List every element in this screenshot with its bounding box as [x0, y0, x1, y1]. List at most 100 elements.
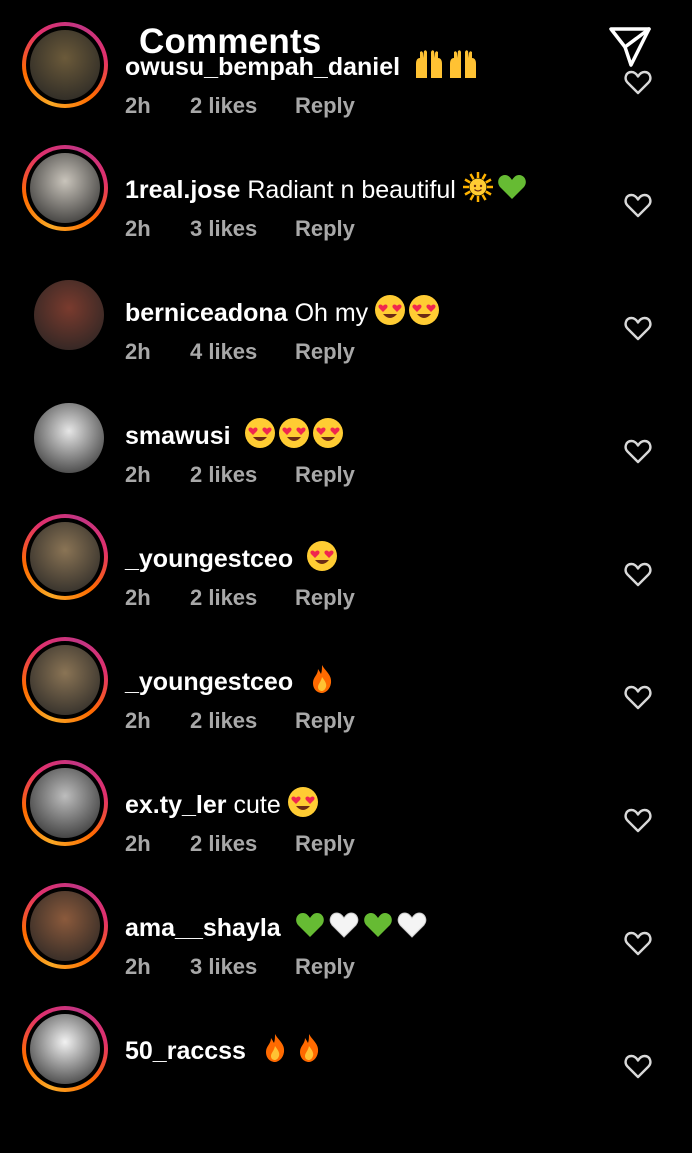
reply-button[interactable]: Reply	[295, 708, 355, 734]
like-comment-button[interactable]	[624, 684, 652, 710]
fire-emoji-icon	[306, 663, 338, 702]
green-heart-emoji-icon	[294, 909, 326, 948]
comment-likes[interactable]: 2 likes	[190, 585, 257, 611]
comment-emojis	[374, 294, 440, 333]
comment-time: 2h	[125, 462, 151, 487]
heart-eyes-emoji-icon	[312, 417, 344, 456]
comment-line: ex.ty_ler cute	[125, 786, 319, 825]
avatar[interactable]	[22, 22, 108, 108]
heart-outline-icon	[624, 808, 652, 833]
comment-username[interactable]: _youngestceo	[125, 545, 293, 574]
comment-likes[interactable]: 4 likes	[190, 339, 257, 365]
white-heart-emoji-icon	[328, 909, 360, 948]
comment-time: 2h	[125, 831, 151, 856]
comment-time: 2h	[125, 216, 151, 241]
comment-line: smawusi	[125, 417, 344, 456]
heart-eyes-emoji-icon	[306, 540, 338, 579]
comment-row: _youngestceo 2h 2 likes Reply	[0, 514, 692, 637]
reply-button[interactable]: Reply	[295, 462, 355, 488]
comment-time: 2h	[125, 708, 151, 733]
avatar[interactable]	[22, 391, 108, 477]
comment-time: 2h	[125, 339, 151, 364]
heart-outline-icon	[624, 562, 652, 587]
like-comment-button[interactable]	[624, 438, 652, 464]
comment-text: Oh my	[294, 299, 369, 327]
like-comment-button[interactable]	[624, 69, 652, 95]
avatar[interactable]	[22, 883, 108, 969]
comment-emojis	[294, 909, 428, 948]
comment-row: ex.ty_ler cute 2h 2 likes Reply	[0, 760, 692, 883]
reply-button[interactable]: Reply	[295, 339, 355, 365]
comment-likes[interactable]: 2 likes	[190, 831, 257, 857]
comment-username[interactable]: ex.ty_ler	[125, 791, 226, 820]
comment-likes[interactable]: 2 likes	[190, 708, 257, 734]
comment-time: 2h	[125, 93, 151, 118]
raised-hands-emoji-icon	[413, 48, 445, 87]
comment-username[interactable]: 1real.jose	[125, 176, 240, 205]
comment-username[interactable]: smawusi	[125, 422, 231, 451]
comment-line: _youngestceo	[125, 540, 338, 579]
fire-emoji-icon	[293, 1032, 325, 1071]
reply-button[interactable]: Reply	[295, 216, 355, 242]
white-heart-emoji-icon	[396, 909, 428, 948]
avatar[interactable]	[22, 1006, 108, 1092]
comment-likes[interactable]: 3 likes	[190, 954, 257, 980]
heart-eyes-emoji-icon	[374, 294, 406, 333]
like-comment-button[interactable]	[624, 807, 652, 833]
comment-row: owusu_bempah_daniel 2h 2 likes Reply	[0, 22, 692, 145]
comment-emojis	[306, 540, 338, 579]
comment-row: ama__shayla 2h 3 likes Reply	[0, 883, 692, 1006]
heart-outline-icon	[624, 685, 652, 710]
comment-emojis	[287, 786, 319, 825]
comment-emojis	[306, 663, 338, 702]
avatar[interactable]	[22, 145, 108, 231]
reply-button[interactable]: Reply	[295, 93, 355, 119]
comment-time: 2h	[125, 585, 151, 610]
green-heart-emoji-icon	[496, 171, 528, 210]
comment-row: 50_raccss	[0, 1006, 692, 1129]
avatar[interactable]	[22, 637, 108, 723]
comment-line: ama__shayla	[125, 909, 428, 948]
comment-username[interactable]: berniceadona	[125, 299, 288, 328]
avatar[interactable]	[22, 268, 108, 354]
like-comment-button[interactable]	[624, 930, 652, 956]
comment-line: owusu_bempah_daniel	[125, 48, 479, 87]
comment-line: 50_raccss	[125, 1032, 325, 1071]
heart-outline-icon	[624, 70, 652, 95]
avatar[interactable]	[22, 760, 108, 846]
comment-emojis	[462, 171, 528, 210]
reply-button[interactable]: Reply	[295, 585, 355, 611]
comment-row: smawusi 2h 2 likes Reply	[0, 391, 692, 514]
heart-outline-icon	[624, 316, 652, 341]
raised-hands-emoji-icon	[447, 48, 479, 87]
heart-eyes-emoji-icon	[244, 417, 276, 456]
comment-likes[interactable]: 2 likes	[190, 462, 257, 488]
comment-row: berniceadona Oh my 2h 4 likes Reply	[0, 268, 692, 391]
like-comment-button[interactable]	[624, 192, 652, 218]
green-heart-emoji-icon	[362, 909, 394, 948]
heart-eyes-emoji-icon	[278, 417, 310, 456]
like-comment-button[interactable]	[624, 315, 652, 341]
heart-outline-icon	[624, 1054, 652, 1079]
like-comment-button[interactable]	[624, 561, 652, 587]
heart-eyes-emoji-icon	[408, 294, 440, 333]
comment-emojis	[259, 1032, 325, 1071]
reply-button[interactable]: Reply	[295, 954, 355, 980]
avatar[interactable]	[22, 514, 108, 600]
reply-button[interactable]: Reply	[295, 831, 355, 857]
comment-likes[interactable]: 3 likes	[190, 216, 257, 242]
heart-outline-icon	[624, 931, 652, 956]
comment-line: 1real.jose Radiant n beautiful	[125, 171, 528, 210]
heart-outline-icon	[624, 193, 652, 218]
comment-text: Radiant n beautiful	[247, 176, 456, 204]
heart-outline-icon	[624, 439, 652, 464]
comment-username[interactable]: owusu_bempah_daniel	[125, 53, 400, 82]
comment-username[interactable]: ama__shayla	[125, 914, 281, 943]
comment-text: cute	[233, 791, 281, 819]
comment-likes[interactable]: 2 likes	[190, 93, 257, 119]
sun-emoji-icon	[462, 171, 494, 210]
comment-username[interactable]: _youngestceo	[125, 668, 293, 697]
comment-row: _youngestceo 2h 2 likes Reply	[0, 637, 692, 760]
comment-username[interactable]: 50_raccss	[125, 1037, 246, 1066]
like-comment-button[interactable]	[624, 1053, 652, 1079]
